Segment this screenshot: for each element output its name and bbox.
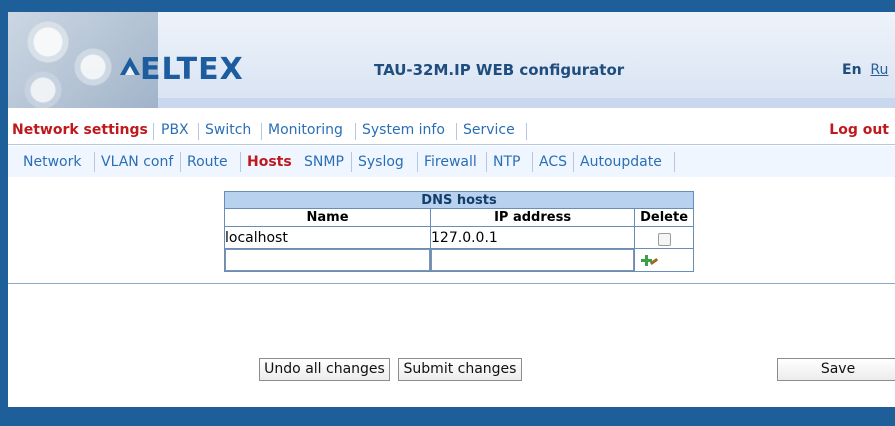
submenu-autoupdate[interactable]: Autoupdate [580,152,662,172]
delete-cell [634,225,694,250]
submenu-separator [573,152,574,172]
menu-service[interactable]: Service [459,120,519,140]
top-bar [8,0,895,12]
submenu-separator [94,152,95,172]
add-cell [634,248,694,272]
submenu-firewall[interactable]: Firewall [424,152,477,172]
main-menu: Network settings PBX Switch Monitoring S… [8,116,895,145]
menu-system-info[interactable]: System info [358,120,449,140]
footer-bar [8,407,895,426]
submit-changes-button[interactable]: Submit changes [398,358,522,381]
submenu-separator [351,152,352,172]
submenu-acs[interactable]: ACS [539,152,567,172]
dns-hosts-title: DNS hosts [224,190,694,210]
menu-separator [456,123,457,140]
new-host-ip-input[interactable] [431,249,635,271]
submenu-vlan-conf[interactable]: VLAN conf [101,152,173,172]
left-border [0,0,8,426]
submenu-separator [532,152,533,172]
submenu-snmp[interactable]: SNMP [304,152,344,172]
brand-logo-text: ELTEX [140,52,244,87]
menu-separator [526,123,527,140]
column-ip-header: IP address [430,208,636,227]
menu-separator [355,123,356,140]
submenu-route[interactable]: Route [187,152,228,172]
page-title: TAU-32M.IP WEB configurator [374,61,625,79]
app-frame: ELTEX TAU-32M.IP WEB configurator En Ru … [0,0,895,426]
language-selector: En Ru [842,62,888,78]
menu-pbx[interactable]: PBX [157,120,193,140]
save-button[interactable]: Save [777,358,895,381]
submenu-separator [180,152,181,172]
new-ip-cell [430,248,636,272]
lang-en[interactable]: En [842,62,862,78]
eltex-logo-icon [120,57,140,75]
menu-separator [198,123,199,140]
menu-switch[interactable]: Switch [201,120,255,140]
submenu-separator [240,152,241,172]
submenu-ntp[interactable]: NTP [493,152,520,172]
submenu-network[interactable]: Network [23,152,81,172]
logout-link[interactable]: Log out [829,120,889,140]
menu-separator [261,123,262,140]
submenu-separator [417,152,418,172]
menu-monitoring[interactable]: Monitoring [264,120,347,140]
add-row-icon[interactable] [640,254,659,269]
host-name-cell: localhost [223,225,432,250]
column-delete-header: Delete [634,208,694,227]
lang-ru-link[interactable]: Ru [870,62,888,78]
submenu-separator [674,152,675,172]
menu-network-settings[interactable]: Network settings [8,120,152,140]
new-host-row [223,248,694,272]
submenu-syslog[interactable]: Syslog [358,152,404,172]
submenu-hosts[interactable]: Hosts [247,152,292,172]
dns-hosts-table: DNS hosts Name IP address Delete localho… [223,190,694,272]
table-row: localhost 127.0.0.1 [223,225,694,250]
host-ip-cell: 127.0.0.1 [430,225,636,250]
delete-checkbox[interactable] [657,233,671,247]
submenu-separator [486,152,487,172]
new-name-cell [223,248,432,272]
undo-all-changes-button[interactable]: Undo all changes [259,358,390,381]
new-host-name-input[interactable] [225,249,431,271]
column-name-header: Name [223,208,432,227]
content-divider [8,283,895,284]
submenu: Network VLAN conf Route Hosts SNMP Syslo… [8,146,895,177]
menu-separator [153,123,154,140]
